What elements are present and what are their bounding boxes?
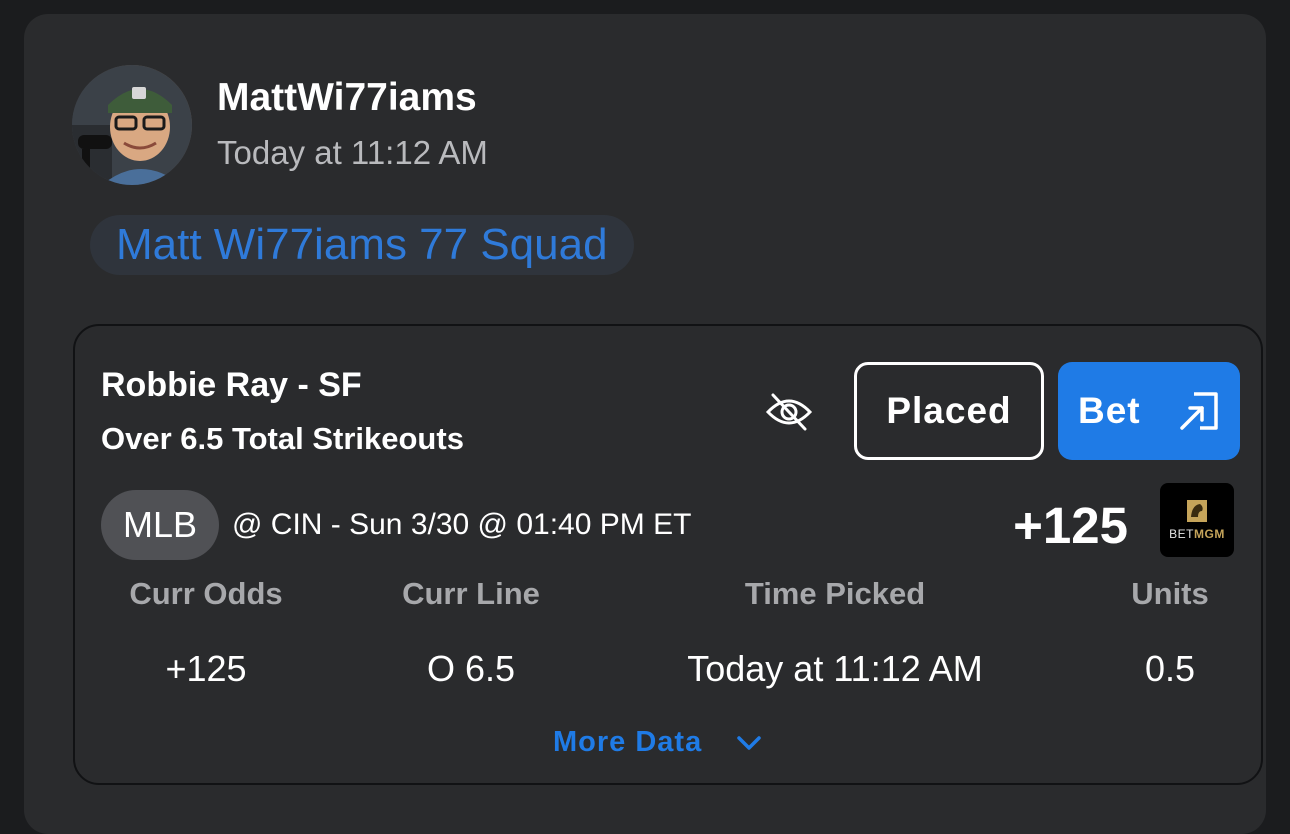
sportsbook-name: BETMGM <box>1169 527 1225 541</box>
sportsbook-logo[interactable]: BETMGM <box>1160 483 1234 557</box>
bet-button-label: Bet <box>1078 390 1141 431</box>
hide-toggle-button[interactable] <box>763 390 815 434</box>
stat-value: O 6.5 <box>426 648 516 689</box>
pick-card: Robbie Ray - SF Over 6.5 Total Strikeout… <box>73 324 1263 785</box>
stat-units: Units 0.5 <box>1131 576 1209 690</box>
stat-value: Today at 11:12 AM <box>687 648 983 689</box>
more-data-button[interactable]: More Data <box>553 726 762 759</box>
external-link-icon <box>1180 392 1218 430</box>
stat-curr-line: Curr Line O 6.5 <box>402 576 540 690</box>
game-info: @ CIN - Sun 3/30 @ 01:40 PM ET <box>232 508 692 541</box>
stat-value: +125 <box>165 648 247 689</box>
squad-tag[interactable]: Matt Wi77iams 77 Squad <box>90 215 634 275</box>
stat-label: Curr Odds <box>129 576 283 611</box>
post-timestamp: Today at 11:12 AM <box>217 134 488 171</box>
lion-icon <box>1187 500 1207 522</box>
stat-label: Units <box>1131 576 1209 611</box>
pick-post: MattWi77iams Today at 11:12 AM Matt Wi77… <box>24 14 1266 834</box>
username[interactable]: MattWi77iams <box>217 76 477 120</box>
stat-curr-odds: Curr Odds +125 <box>129 576 282 690</box>
chevron-down-icon <box>737 735 761 750</box>
stat-label: Curr Line <box>402 576 540 611</box>
stat-label: Time Picked <box>744 576 926 611</box>
bet-market: Over 6.5 Total Strikeouts <box>101 421 464 456</box>
player-name: Robbie Ray - SF <box>101 366 362 404</box>
league-badge: MLB <box>101 490 219 560</box>
stat-value: 0.5 <box>1144 648 1196 689</box>
placed-button[interactable]: Placed <box>854 362 1044 460</box>
stat-time-picked: Time Picked Today at 11:12 AM <box>687 576 983 690</box>
bet-button[interactable]: Bet <box>1058 362 1240 460</box>
eye-slash-icon <box>765 393 813 431</box>
more-data-label: More Data <box>553 726 703 758</box>
avatar[interactable] <box>72 65 192 185</box>
odds-value: +125 <box>1013 497 1128 554</box>
avatar-image <box>72 65 192 185</box>
